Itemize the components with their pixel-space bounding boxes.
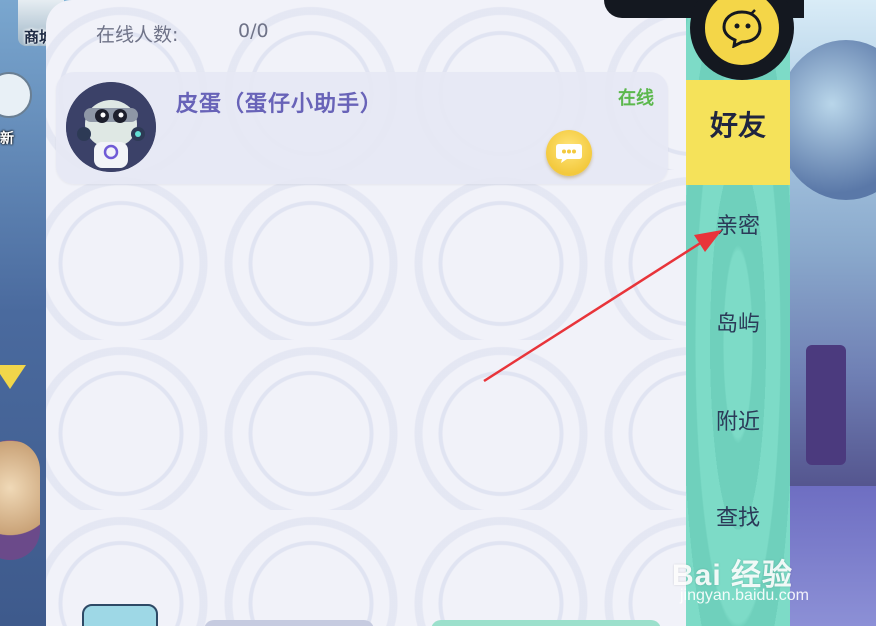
online-count-value: 0/0 bbox=[238, 20, 269, 42]
chat-face-icon bbox=[722, 9, 762, 48]
tab-friends[interactable]: 好友 bbox=[686, 104, 790, 144]
new-label: 新 bbox=[0, 131, 14, 147]
watermark-url: jingyan.baidu.com bbox=[680, 587, 809, 604]
friend-list-item[interactable]: 皮蛋（蛋仔小助手） 在线 bbox=[56, 72, 668, 184]
background-ground bbox=[786, 486, 876, 626]
tab-islands[interactable]: 岛屿 bbox=[686, 306, 790, 338]
tab-search[interactable]: 查找 bbox=[686, 500, 790, 532]
friend-status-badge: 在线 bbox=[618, 88, 654, 109]
friends-panel: 在线人数: 0/0 皮蛋（蛋仔小助手） 在线 bbox=[46, 0, 694, 626]
bottom-item-thumbnail[interactable] bbox=[82, 604, 158, 626]
robot-avatar-icon bbox=[66, 82, 156, 172]
chat-button[interactable] bbox=[546, 130, 592, 176]
chat-bubble-icon bbox=[556, 144, 582, 163]
bottom-button-left[interactable] bbox=[204, 620, 374, 626]
friend-avatar[interactable] bbox=[66, 82, 156, 172]
background-pillar bbox=[806, 345, 846, 465]
tab-nearby[interactable]: 附近 bbox=[686, 404, 790, 436]
tab-intimate[interactable]: 亲密 bbox=[686, 208, 790, 240]
friend-name: 皮蛋（蛋仔小助手） bbox=[176, 92, 384, 117]
online-count-label: 在线人数: bbox=[96, 24, 179, 46]
triangle-icon[interactable] bbox=[0, 365, 26, 389]
character-avatar bbox=[0, 440, 40, 560]
bottom-button-right[interactable] bbox=[431, 620, 661, 626]
